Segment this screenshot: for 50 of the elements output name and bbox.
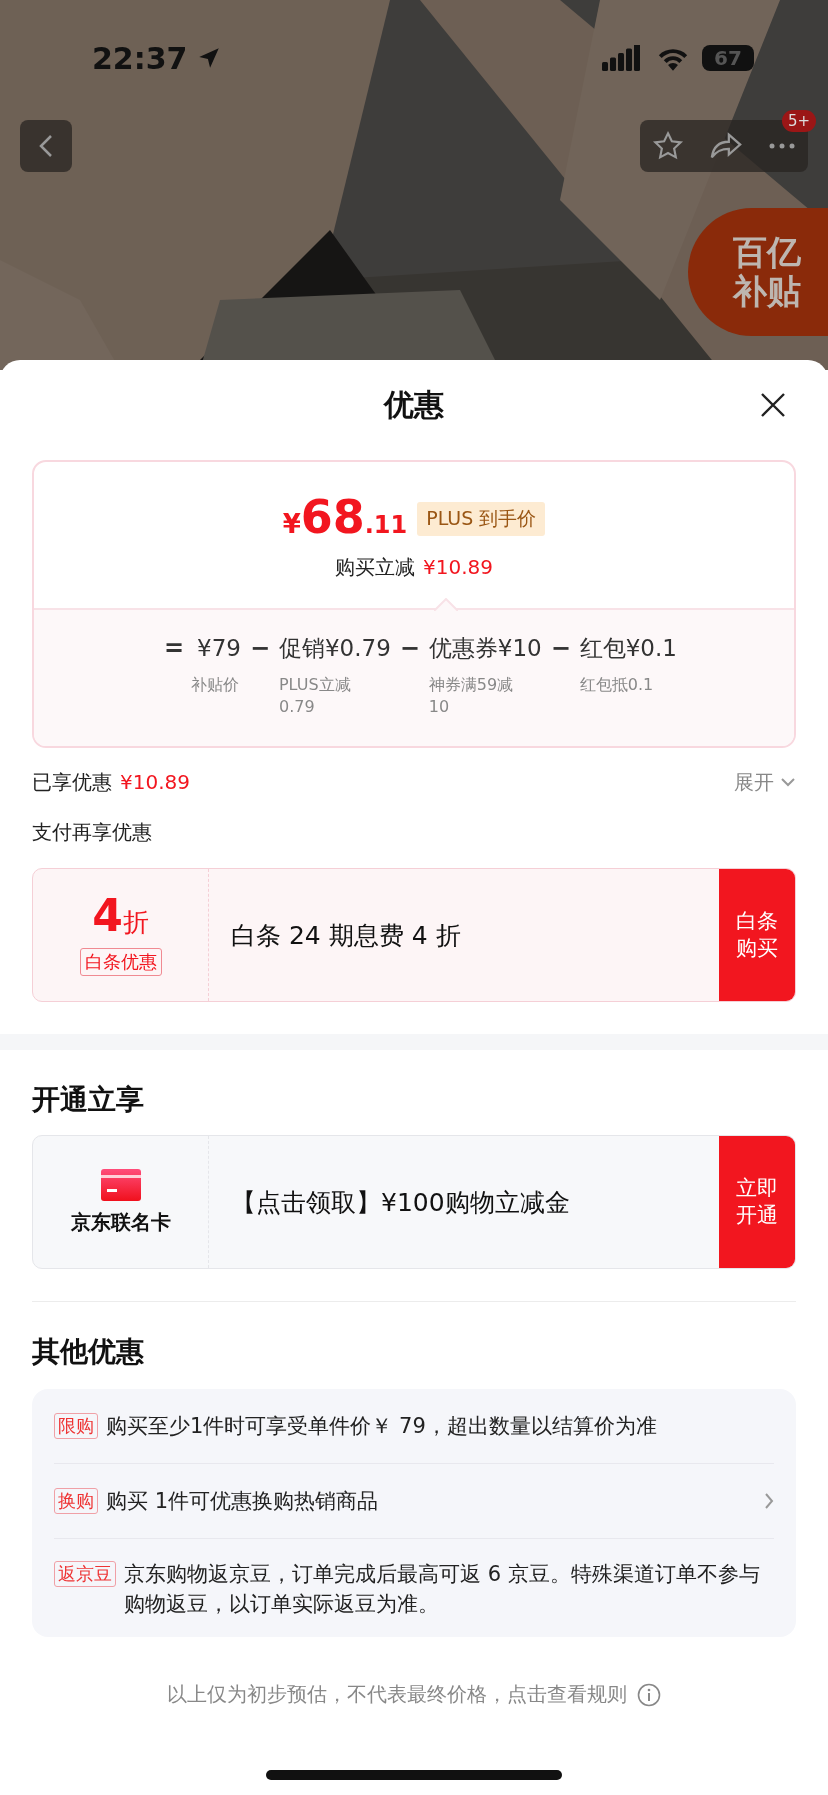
credit-card-icon <box>100 1168 141 1201</box>
offer-tag: 换购 <box>54 1488 98 1514</box>
saving-label: 购买立减 <box>335 553 415 581</box>
saving-amount: ¥10.89 <box>423 554 493 579</box>
section-label: 支付再享优惠 <box>32 818 152 846</box>
discount-value: 4折 <box>92 894 149 940</box>
offer-description: 购买至少1件时可享受单件价￥ 79，超出数量以结算价为准 <box>106 1413 658 1440</box>
activate-button[interactable]: 立即开通 <box>719 1136 795 1268</box>
enjoyed-discount: 已享优惠 ¥10.89 <box>32 768 190 796</box>
section-title: 其他优惠 <box>32 1334 145 1370</box>
offer-description: 京东购物返京豆，订单完成后最高可返 6 京豆。特殊渠道订单不参与购物返豆，以订单实际返豆为准。 <box>124 1561 761 1618</box>
battery-indicator: 67 <box>702 45 754 71</box>
breakdown-amount: 红包¥0.1 <box>579 634 677 663</box>
operator-sign: − <box>248 633 271 664</box>
breakdown-note: 红包抵0.1 <box>579 674 654 696</box>
operator-sign: − <box>398 633 421 664</box>
offer-text: 【点击领取】¥100购物立减金 <box>230 1186 571 1219</box>
card-name: 京东联名卡 <box>70 1208 171 1236</box>
chevron-right-icon[interactable] <box>764 1492 774 1510</box>
status-time: 22:37 <box>92 40 188 76</box>
buy-button[interactable]: 白条购买 <box>719 869 795 1001</box>
operator-sign: − <box>549 633 572 664</box>
breakdown-amount: 优惠券¥10 <box>428 634 542 663</box>
operator-sign: = <box>163 633 186 664</box>
share-icon[interactable] <box>709 131 743 161</box>
section-title: 开通立享 <box>32 1082 145 1118</box>
breakdown-note: PLUS立减0.79 <box>278 674 352 718</box>
breakdown-note: 补贴价 <box>191 674 240 696</box>
offer-tag: 返京豆 <box>54 1561 116 1587</box>
star-icon[interactable] <box>652 130 685 162</box>
plus-price-tag: PLUS 到手价 <box>417 501 546 536</box>
back-icon <box>39 134 53 158</box>
close-icon[interactable] <box>760 392 786 418</box>
offer-tag: 白条优惠 <box>79 948 162 976</box>
offer-description[interactable]: 购买 1件可优惠换购热销商品 <box>106 1486 764 1516</box>
final-price: ¥68.11 <box>282 489 408 544</box>
breakdown-amount: 促销¥0.79 <box>278 634 391 663</box>
offer-tag: 限购 <box>54 1413 98 1439</box>
disclaimer-text[interactable]: 以上仅为初步预估，不代表最终价格，点击查看规则 <box>167 1681 627 1708</box>
notification-badge: 5+ <box>781 110 816 132</box>
back-button[interactable] <box>20 120 72 172</box>
subsidy-badge[interactable]: 百亿 补贴 <box>688 208 828 336</box>
sheet-title: 优惠 <box>384 385 444 424</box>
offer-text: 白条 24 期息费 4 折 <box>230 919 462 952</box>
expand-toggle[interactable]: 展开 <box>734 768 796 796</box>
breakdown-amount: ¥79 <box>197 634 241 663</box>
more-icon[interactable] <box>767 142 796 150</box>
info-icon[interactable] <box>637 1682 661 1707</box>
breakdown-note: 神券满59减10 <box>428 674 515 718</box>
chevron-down-icon[interactable] <box>780 777 796 787</box>
